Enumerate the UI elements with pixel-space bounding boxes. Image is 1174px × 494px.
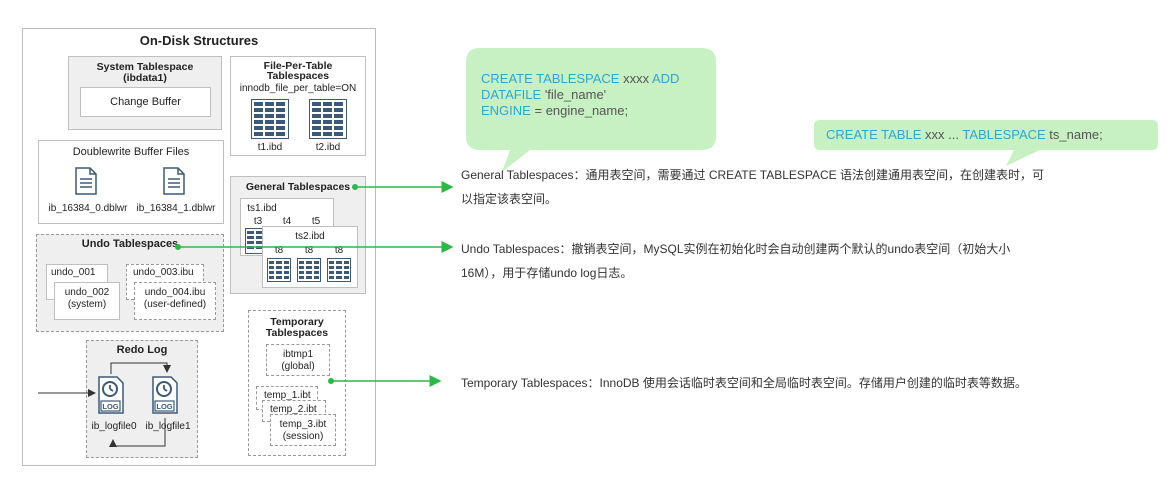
undo-description-line2: 16M），用于存储undo log日志。 <box>461 266 633 280</box>
temporary-connector <box>328 375 442 387</box>
redo-arrows <box>38 362 171 447</box>
temporary-description: Temporary Tablespaces：InnoDB 使用会话临时表空间和全… <box>461 376 1027 390</box>
undo-description-line1: Undo Tablespaces：撤销表空间，MySQL实例在初始化时会自动创建… <box>461 242 1011 256</box>
general-description-line1: General Tablespaces：通用表空间，需要通过 CREATE TA… <box>461 168 1045 182</box>
undo-connector <box>175 241 454 253</box>
general-description-line2: 以指定该表空间。 <box>461 192 558 206</box>
general-connector <box>352 181 454 193</box>
